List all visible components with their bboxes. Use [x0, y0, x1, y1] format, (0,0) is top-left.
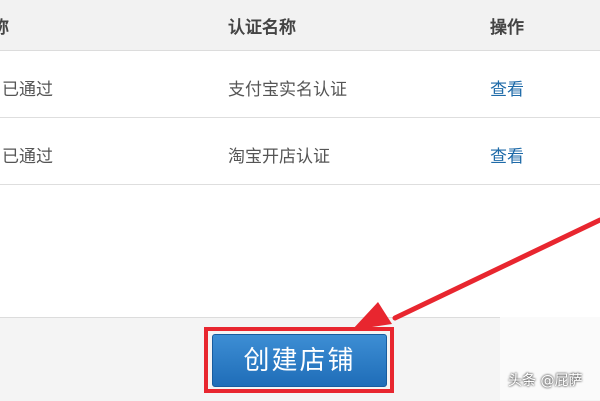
header-status: 称: [0, 18, 9, 38]
table-row: 已通过 支付宝实名认证 查看: [0, 51, 600, 118]
header-certification-name: 认证名称: [228, 18, 296, 38]
status-cell: 已通过: [2, 80, 53, 100]
view-link[interactable]: 查看: [490, 142, 524, 167]
view-link[interactable]: 查看: [490, 75, 524, 100]
certification-name-cell: 支付宝实名认证: [228, 80, 347, 100]
create-store-button[interactable]: 创建店铺: [212, 334, 387, 387]
empty-area: [0, 185, 600, 317]
table-row: 已通过 淘宝开店认证 查看: [0, 118, 600, 185]
header-action: 操作: [490, 18, 524, 38]
table-header: 称 认证名称 操作: [0, 0, 600, 51]
watermark: 头条 @屁萨: [508, 373, 583, 389]
status-cell: 已通过: [2, 147, 53, 167]
certification-name-cell: 淘宝开店认证: [228, 147, 330, 167]
